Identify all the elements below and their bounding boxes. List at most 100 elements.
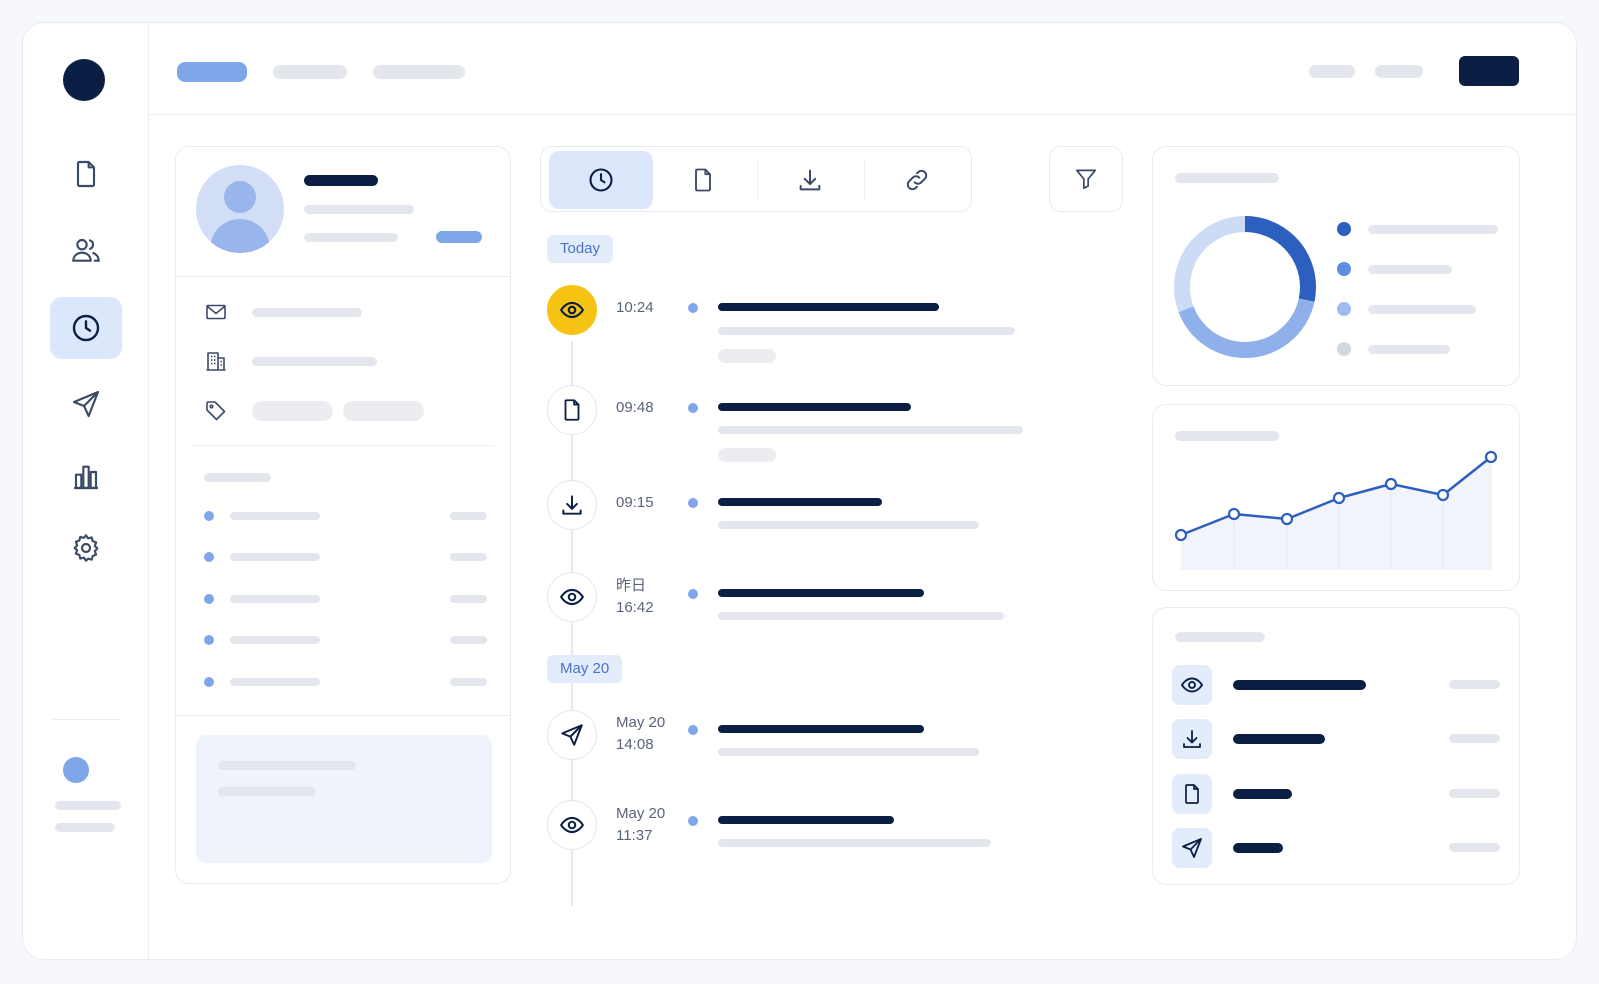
contact-avatar (196, 165, 284, 253)
event-title[interactable] (718, 725, 924, 733)
trend-point[interactable] (1280, 512, 1294, 526)
event-detail (718, 521, 979, 529)
legend-swatch (1337, 302, 1351, 316)
eye-icon (559, 816, 585, 834)
legend-swatch (1337, 342, 1351, 356)
list-item (230, 553, 320, 561)
list-item-value (450, 678, 487, 686)
eye-icon (559, 301, 585, 319)
contact-company-placeholder (304, 233, 398, 242)
list-bullet (204, 511, 214, 521)
summary-count (1449, 734, 1500, 743)
event-marker (688, 725, 698, 735)
tab-links[interactable] (865, 151, 969, 209)
sidebar-item-users[interactable] (50, 219, 122, 281)
app-logo (63, 59, 105, 101)
tab-documents[interactable] (651, 151, 755, 209)
event-time: 09:15 (616, 494, 654, 511)
timeline-event-icon[interactable] (547, 385, 597, 435)
event-time: 11:37 (616, 827, 653, 844)
building-icon (206, 352, 226, 371)
event-title[interactable] (718, 303, 939, 311)
company-placeholder (252, 357, 377, 366)
trend-point[interactable] (1436, 488, 1450, 502)
send-icon (561, 724, 583, 746)
event-detail (718, 748, 979, 756)
mail-icon (206, 304, 226, 320)
summary-row-sent[interactable] (1172, 828, 1212, 868)
event-tag (718, 448, 776, 462)
event-tag (718, 349, 776, 363)
engagement-breakdown-card (1152, 146, 1520, 386)
top-action-link[interactable] (1309, 65, 1355, 78)
tab-activity[interactable] (549, 151, 653, 209)
legend-swatch (1337, 222, 1351, 236)
event-detail (718, 327, 1015, 335)
trend-point[interactable] (1484, 450, 1498, 464)
event-time: 09:48 (616, 399, 654, 416)
summary-label (1233, 680, 1366, 690)
event-detail (718, 839, 991, 847)
avatar-head (224, 181, 256, 213)
timeline-event-icon[interactable] (547, 285, 597, 335)
trend-point[interactable] (1174, 528, 1188, 542)
card-title-placeholder (1175, 632, 1265, 642)
timeline-event-icon[interactable] (547, 572, 597, 622)
user-avatar[interactable] (63, 757, 89, 783)
top-bar (149, 23, 1576, 115)
contact-name-placeholder (304, 175, 378, 186)
timeline-event-icon[interactable] (547, 710, 597, 760)
list-item-value (450, 553, 487, 561)
top-nav-tab[interactable] (373, 65, 465, 79)
gear-icon (73, 534, 99, 562)
tag-chip[interactable] (252, 401, 333, 421)
chart-icon (74, 465, 98, 490)
event-detail (718, 426, 1023, 434)
download-icon (562, 495, 582, 515)
trend-point[interactable] (1332, 491, 1346, 505)
trend-point[interactable] (1384, 477, 1398, 491)
event-title[interactable] (718, 498, 882, 506)
event-title[interactable] (718, 403, 911, 411)
legend-swatch (1337, 262, 1351, 276)
sidebar-item-send[interactable] (50, 373, 122, 435)
summary-row-documents[interactable] (1172, 774, 1212, 814)
event-title[interactable] (718, 589, 924, 597)
section-heading-placeholder (204, 473, 271, 482)
sidebar-item-analytics[interactable] (50, 445, 122, 507)
sidebar-item-activity[interactable] (50, 297, 122, 359)
trend-card (1152, 404, 1520, 591)
trend-point[interactable] (1227, 507, 1241, 521)
tag-icon (206, 401, 226, 421)
top-nav-tab-active[interactable] (177, 62, 247, 82)
card-title-placeholder (1175, 173, 1279, 183)
timeline-event-icon[interactable] (547, 800, 597, 850)
filter-button[interactable] (1049, 146, 1123, 212)
filter-icon (1075, 169, 1097, 190)
user-role-placeholder (55, 823, 115, 832)
top-nav-tab[interactable] (273, 65, 347, 79)
tag-chip[interactable] (343, 401, 424, 421)
clock-icon (589, 168, 613, 192)
sidebar-item-settings[interactable] (50, 517, 122, 579)
primary-action-button[interactable] (1459, 56, 1519, 86)
sidebar-item-files[interactable] (50, 143, 122, 205)
summary-row-views[interactable] (1172, 665, 1212, 705)
download-icon (799, 169, 821, 191)
note-line (218, 787, 316, 796)
event-title[interactable] (718, 816, 894, 824)
summary-row-downloads[interactable] (1172, 719, 1212, 759)
top-action-link[interactable] (1375, 65, 1423, 78)
list-item (230, 512, 320, 520)
eye-icon (1180, 677, 1204, 693)
file-icon (564, 399, 580, 421)
timeline-event-icon[interactable] (547, 480, 597, 530)
send-icon (72, 390, 100, 418)
activity-tabs (540, 146, 972, 212)
tab-downloads[interactable] (758, 151, 862, 209)
list-item (230, 678, 320, 686)
card-divider (192, 445, 494, 446)
contact-status-badge (436, 231, 482, 243)
event-marker (688, 816, 698, 826)
summary-count (1449, 680, 1500, 689)
